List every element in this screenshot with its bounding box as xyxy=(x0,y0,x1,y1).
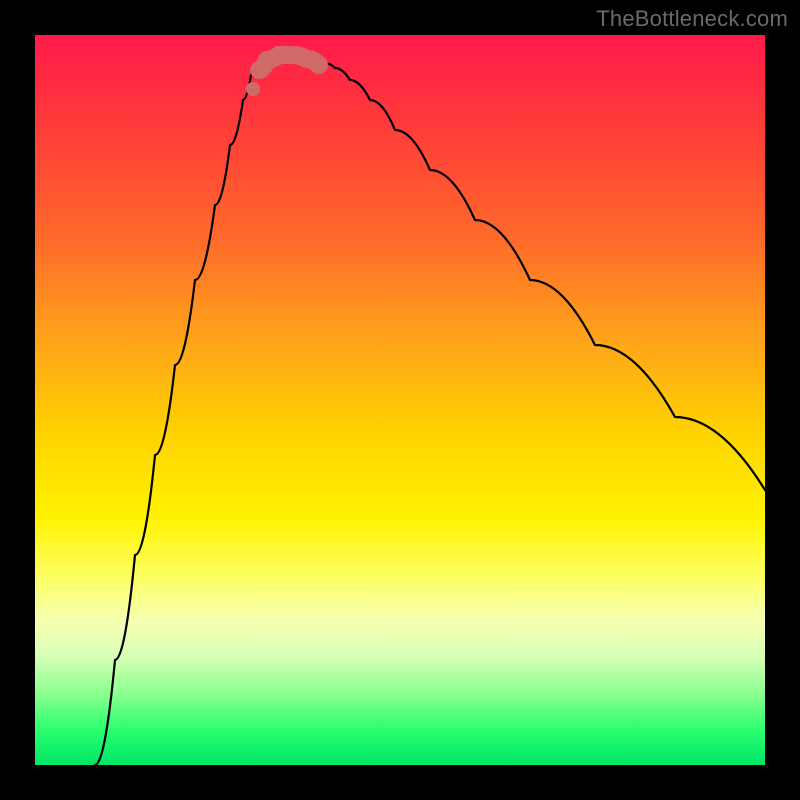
right-curve xyxy=(325,63,765,490)
plot-area xyxy=(35,35,765,765)
left-curve xyxy=(95,63,257,765)
curve-overlay xyxy=(35,35,765,765)
chart-frame: TheBottleneck.com xyxy=(0,0,800,800)
dip-start-dot xyxy=(246,82,260,96)
watermark-text: TheBottleneck.com xyxy=(596,6,788,32)
dip-highlight xyxy=(259,55,319,70)
